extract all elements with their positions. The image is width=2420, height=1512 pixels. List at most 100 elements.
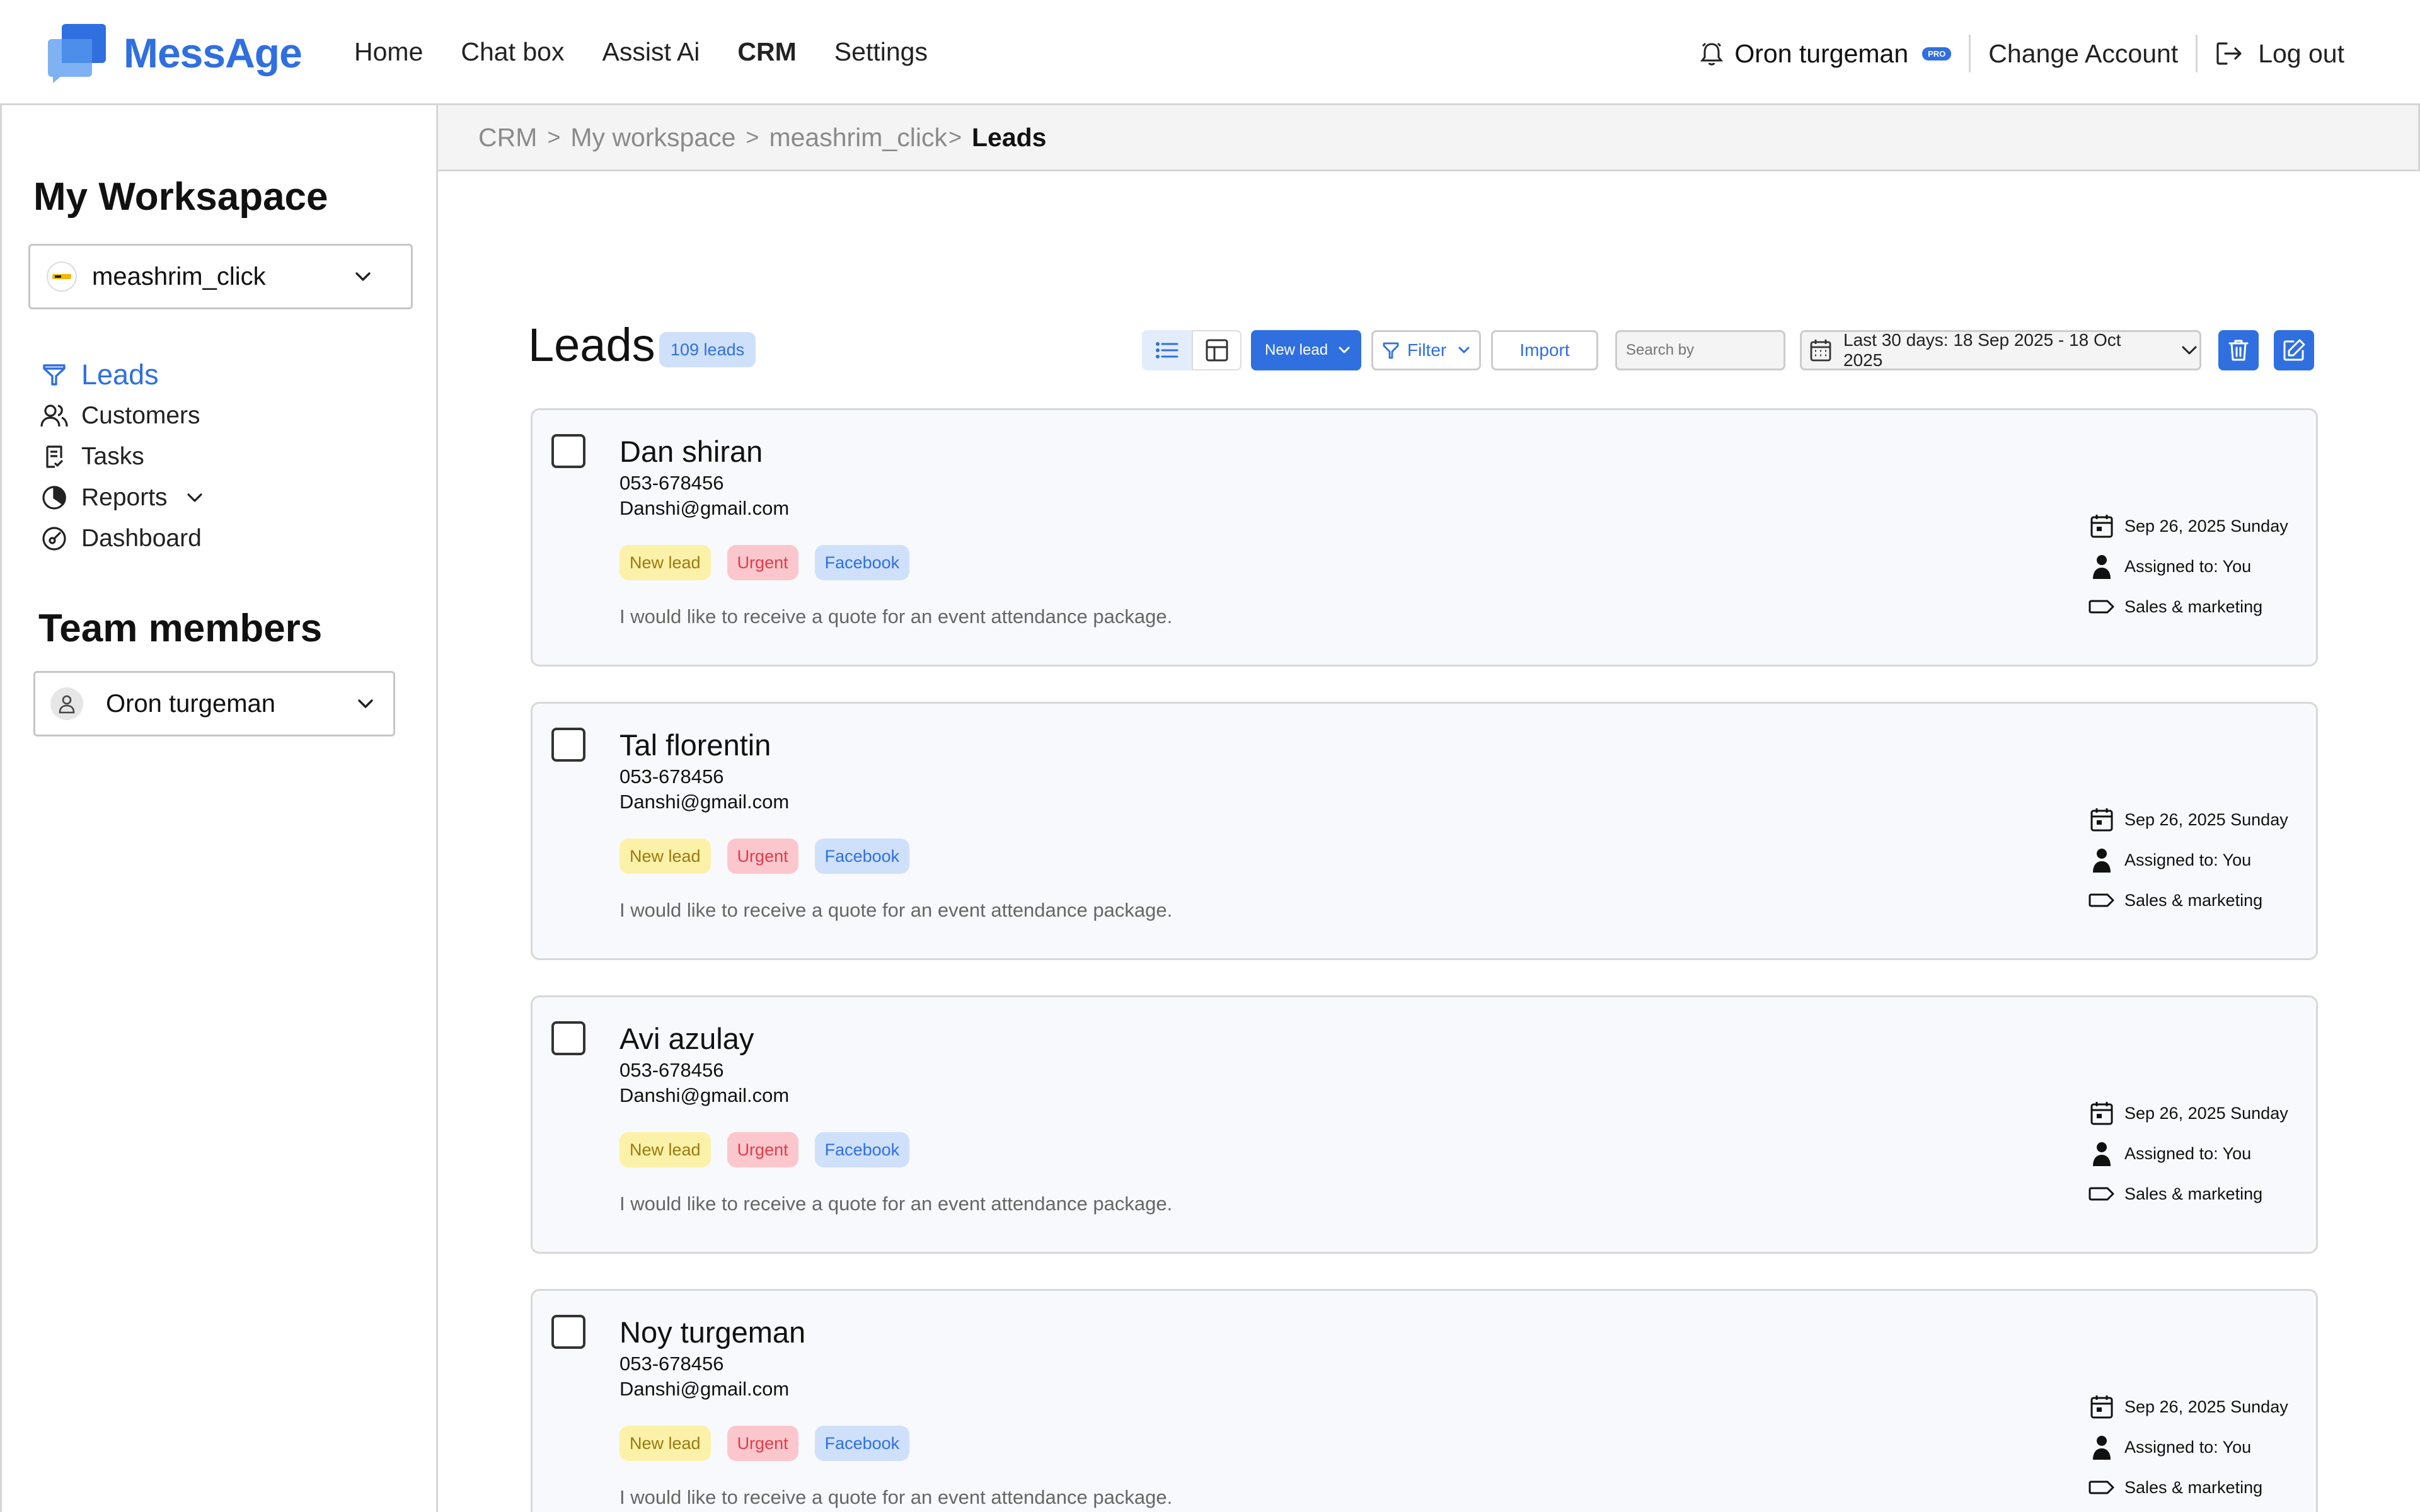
tag-new-lead[interactable]: New lead [619,1426,711,1461]
lead-name[interactable]: Tal florentin [619,728,771,762]
lead-assignee-text: Assigned to: You [2124,850,2252,869]
lead-assignee-text: Assigned to: You [2124,1437,2252,1457]
lead-category: Sales & marketing [2088,880,2288,920]
workspace-title: My Worksapace [33,175,328,219]
lead-category-text: Sales & marketing [2124,1477,2263,1497]
bell-icon[interactable] [1700,41,1724,66]
breadcrumb-workspace[interactable]: My workspace [570,123,735,152]
search-input[interactable] [1615,330,1785,370]
lead-tags: New lead Urgent Facebook [619,545,910,580]
sidebar-item-label: Dashboard [81,524,202,552]
chat-bubbles-logo-icon [47,23,107,83]
lead-card[interactable]: Avi azulay 053-678456 Danshi@gmail.com N… [531,995,2318,1254]
logout-label: Log out [2258,38,2344,68]
workspace-dropdown[interactable]: meashrim_click [28,244,413,309]
logout-button[interactable]: Log out [2215,39,2344,69]
breadcrumb-account[interactable]: meashrim_click [769,123,947,152]
chevron-down-icon [1456,344,1472,357]
new-lead-button[interactable]: New lead [1251,330,1361,370]
top-header: MessAge Home Chat box Assist Ai CRM Sett… [0,0,2420,105]
tag-facebook[interactable]: Facebook [814,545,910,580]
lead-date-text: Sep 26, 2025 Sunday [2124,516,2288,536]
lead-name[interactable]: Noy turgeman [619,1315,805,1349]
lead-phone: 053-678456 [619,1353,724,1375]
lead-note: I would like to receive a quote for an e… [619,899,1173,921]
delete-button[interactable] [2218,330,2259,370]
list-view-button[interactable] [1142,330,1192,370]
tag-urgent[interactable]: Urgent [727,1132,798,1167]
lead-card[interactable]: Noy turgeman 053-678456 Danshi@gmail.com… [531,1289,2318,1512]
nav-crm[interactable]: CRM [737,34,796,69]
lead-card[interactable]: Dan shiran 053-678456 Danshi@gmail.com N… [531,408,2318,667]
date-range-label: Last 30 days: 18 Sep 2025 - 18 Oct 2025 [1843,330,2121,370]
list-icon [1155,340,1180,360]
tag-urgent[interactable]: Urgent [727,545,798,580]
lead-email: Danshi@gmail.com [619,497,790,519]
lead-checkbox[interactable] [551,434,585,468]
nav-home[interactable]: Home [354,34,423,69]
lead-email: Danshi@gmail.com [619,1378,790,1400]
breadcrumb-crm[interactable]: CRM [478,123,537,152]
lead-checkbox[interactable] [551,728,585,762]
sidebar-item-dashboard[interactable]: Dashboard [40,518,205,559]
user-avatar-icon [50,687,83,720]
lead-card[interactable]: Tal florentin 053-678456 Danshi@gmail.co… [531,702,2318,960]
nav-assist-ai[interactable]: Assist Ai [602,34,700,69]
lead-category: Sales & marketing [2088,1467,2288,1508]
logout-icon [2215,41,2243,66]
nav-chat-box[interactable]: Chat box [461,34,564,69]
tag-facebook[interactable]: Facebook [814,839,910,874]
lead-name[interactable]: Avi azulay [619,1021,754,1056]
tag-label-icon [2088,891,2116,909]
calendar-icon [2088,1101,2116,1126]
lead-tags: New lead Urgent Facebook [619,1426,910,1461]
lead-meta: Sep 26, 2025 Sunday Assigned to: You Sal… [2088,799,2288,920]
chevron-down-icon[interactable] [184,489,205,507]
tag-urgent[interactable]: Urgent [727,839,798,874]
sidebar-item-customers[interactable]: Customers [40,395,205,436]
calendar-icon [2088,513,2116,539]
breadcrumb-current: Leads [971,122,1047,152]
tag-facebook[interactable]: Facebook [814,1426,910,1461]
team-member-dropdown[interactable]: Oron turgeman [33,671,395,736]
sidebar-item-label: Customers [81,401,200,429]
tag-new-lead[interactable]: New lead [619,1132,711,1167]
tag-label-icon [2088,598,2116,616]
lead-assignee: Assigned to: You [2088,546,2288,587]
tag-new-lead[interactable]: New lead [619,545,711,580]
pro-badge: PRO [1922,47,1952,60]
chevron-down-icon [354,694,377,713]
lead-checkbox[interactable] [551,1315,585,1349]
lead-name[interactable]: Dan shiran [619,434,763,469]
lead-checkbox[interactable] [551,1021,585,1055]
lead-date-text: Sep 26, 2025 Sunday [2124,1397,2288,1416]
grid-view-button[interactable] [1192,330,1242,370]
sidebar-item-leads[interactable]: Leads [40,354,205,395]
calendar-icon [1809,338,1832,362]
edit-button[interactable] [2274,330,2314,370]
app-logo[interactable]: MessAge [47,23,302,83]
lead-tags: New lead Urgent Facebook [619,839,910,874]
sidebar-item-label: Leads [81,358,159,391]
change-account-button[interactable]: Change Account [1988,39,2178,69]
import-button[interactable]: Import [1491,330,1598,370]
header-actions: Oron turgeman PRO Change Account Log out [1700,33,2344,74]
sidebar-item-reports[interactable]: Reports [40,477,205,518]
leads-count-badge: 109 leads [659,332,756,367]
lead-note: I would like to receive a quote for an e… [619,605,1173,627]
lead-category-text: Sales & marketing [2124,597,2263,616]
date-range-picker[interactable]: Last 30 days: 18 Sep 2025 - 18 Oct 2025 [1800,330,2201,370]
filter-button[interactable]: Filter [1371,330,1481,370]
breadcrumb-separator: > [948,124,962,150]
lead-phone: 053-678456 [619,472,724,494]
nav-settings[interactable]: Settings [834,34,928,69]
tag-facebook[interactable]: Facebook [814,1132,910,1167]
user-menu[interactable]: Oron turgeman PRO [1700,39,1952,69]
sidebar-item-tasks[interactable]: Tasks [40,436,205,477]
lead-date: Sep 26, 2025 Sunday [2088,1093,2288,1133]
page-title: Leads [528,319,655,371]
lead-tags: New lead Urgent Facebook [619,1132,910,1167]
tag-new-lead[interactable]: New lead [619,839,711,874]
tag-urgent[interactable]: Urgent [727,1426,798,1461]
tag-label-icon [2088,1185,2116,1203]
